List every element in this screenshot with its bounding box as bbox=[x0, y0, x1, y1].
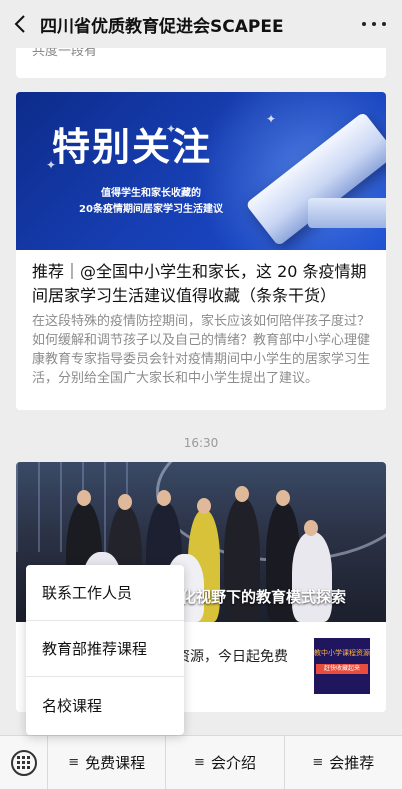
photo-person-head bbox=[235, 486, 249, 502]
menu-item-famous-school-courses[interactable]: 名校课程 bbox=[26, 677, 184, 733]
back-button[interactable] bbox=[0, 0, 40, 48]
menu-tab-label: 会介绍 bbox=[210, 754, 256, 772]
article-thumbnail: 教中小学课程资源 赶快收藏起来 bbox=[314, 638, 370, 694]
keyboard-toggle-button[interactable] bbox=[0, 735, 48, 789]
menu-lines-icon: ≡ bbox=[68, 755, 80, 770]
photo-person-head bbox=[77, 490, 91, 506]
menu-lines-icon: ≡ bbox=[312, 755, 324, 770]
message-timestamp: 16:30 bbox=[183, 436, 219, 450]
keyboard-icon bbox=[10, 749, 37, 776]
photo-caption: 际化视野下的教育模式探索 bbox=[166, 588, 347, 606]
menu-tab-label: 会推荐 bbox=[329, 754, 375, 772]
submenu-popup: 联系工作人员 教育部推荐课程 名校课程 bbox=[26, 565, 184, 735]
article-card-main[interactable]: ✦ ✦ ✦ 特别关注 值得学生和家长收藏的 20条疫情期间居家学习生活建议 推荐… bbox=[16, 92, 386, 410]
menu-tab-recommendations[interactable]: ≡ 会推荐 bbox=[285, 736, 402, 789]
article-cover-image: ✦ ✦ ✦ 特别关注 值得学生和家长收藏的 20条疫情期间居家学习生活建议 bbox=[16, 92, 386, 250]
thumbnail-badge: 赶快收藏起来 bbox=[316, 664, 368, 674]
more-button[interactable] bbox=[362, 12, 386, 36]
cover-subtitle: 20条疫情期间居家学习生活建议 bbox=[79, 204, 223, 215]
cover-title: 特别关注 bbox=[52, 125, 213, 169]
photo-person-head bbox=[197, 498, 211, 514]
more-dot-icon bbox=[372, 22, 376, 26]
menu-lines-icon: ≡ bbox=[194, 755, 205, 770]
more-dot-icon bbox=[362, 22, 366, 26]
page-title: 四川省优质教育促进会SCAPEE bbox=[40, 16, 284, 37]
photo-person-head bbox=[276, 490, 290, 506]
thumbnail-text: 教中小学课程资源 bbox=[314, 649, 370, 657]
menu-item-contact-staff[interactable]: 联系工作人员 bbox=[26, 565, 184, 621]
menu-item-ministry-courses[interactable]: 教育部推荐课程 bbox=[26, 621, 184, 677]
chevron-left-icon bbox=[14, 15, 25, 33]
menu-tab-free-courses[interactable]: ≡ 免费课程 bbox=[48, 735, 167, 789]
cover-pipe-shape bbox=[308, 198, 386, 228]
article-headline: 推荐｜@全国中小学生和家长，这 20 条疫情期间居家学习生活建议值得收藏（条条干… bbox=[32, 262, 367, 305]
photo-person-head bbox=[118, 494, 132, 510]
sparkle-icon: ✦ bbox=[266, 112, 277, 126]
article-snippet: 资源，今日起免费 bbox=[176, 649, 288, 665]
header-bar: 四川省优质教育促进会SCAPEE bbox=[0, 0, 402, 48]
more-dot-icon bbox=[382, 22, 386, 26]
photo-person-head bbox=[157, 490, 171, 506]
menu-tab-introduction[interactable]: ≡ 会介绍 bbox=[166, 735, 285, 789]
cover-subtitle: 值得学生和家长收藏的 bbox=[101, 188, 201, 199]
photo-person-head bbox=[304, 520, 318, 536]
article-description: 在这段特殊的疫情防控期间，家长应该如何陪伴孩子度过？如何缓解和调节孩子以及自己的… bbox=[32, 314, 371, 386]
bottom-menu-bar: ≡ 免费课程 ≡ 会介绍 ≡ 会推荐 bbox=[0, 735, 402, 789]
photo-person bbox=[292, 532, 332, 622]
menu-tab-label: 免费课程 bbox=[85, 754, 146, 772]
